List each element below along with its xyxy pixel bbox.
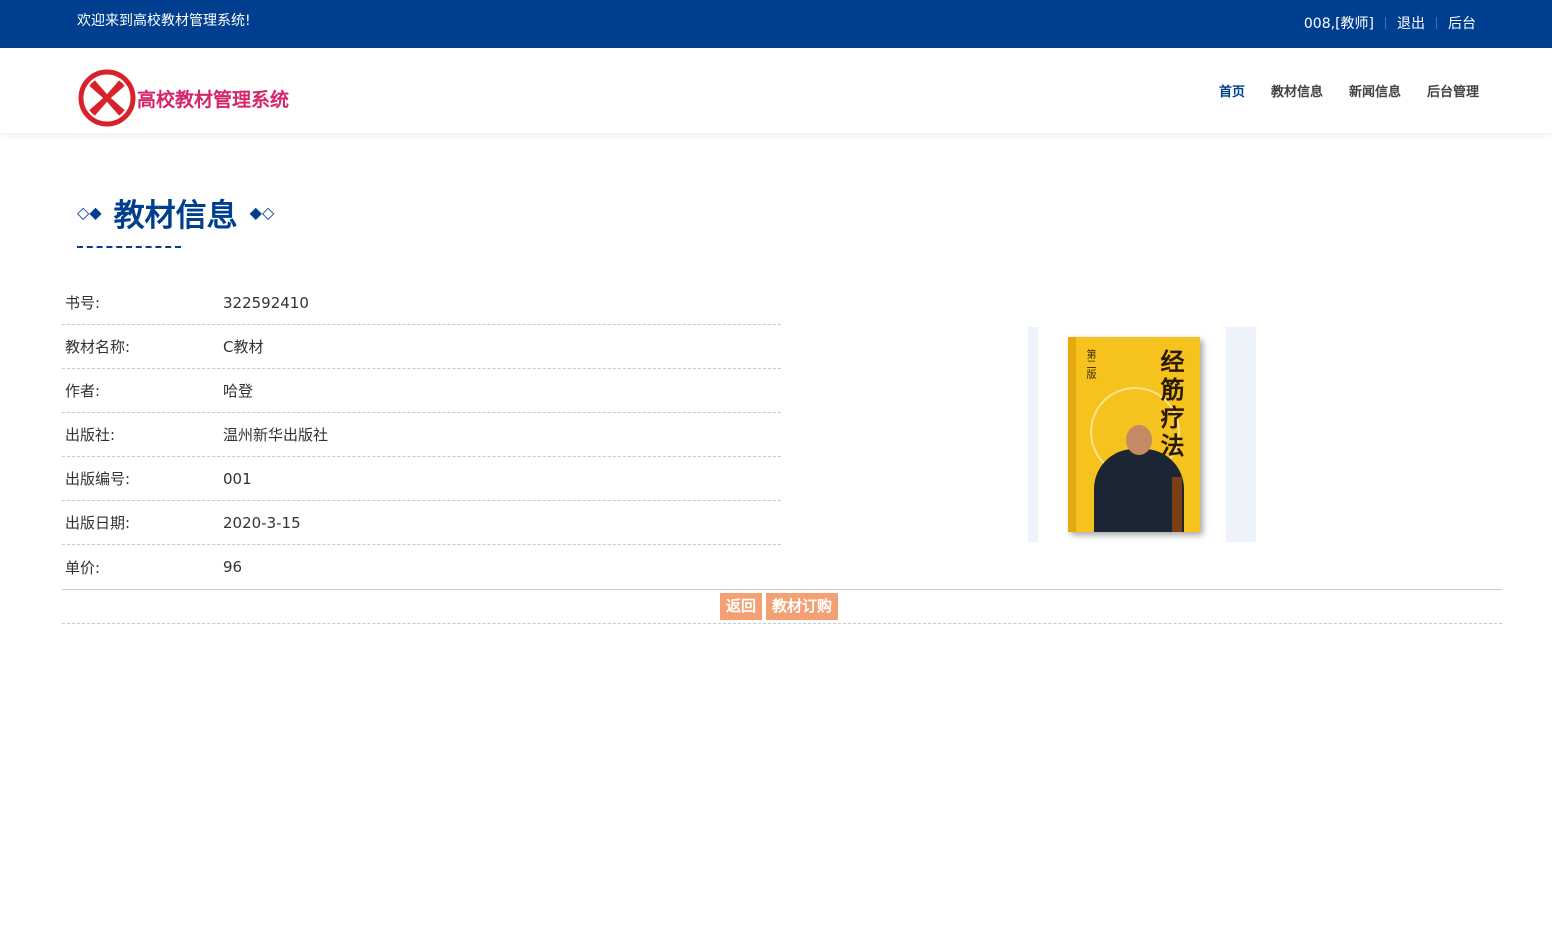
top-bar: 欢迎来到高校教材管理系统! 008,[教师] 退出 后台 xyxy=(0,0,1552,48)
separator xyxy=(1385,17,1386,29)
textbook-detail-table: 书号: 322592410 教材名称: C教材 作者: 哈登 出版社: 温州新华… xyxy=(62,281,781,589)
nav-admin[interactable]: 后台管理 xyxy=(1427,81,1479,100)
main-nav: 首页 教材信息 新闻信息 后台管理 xyxy=(1193,81,1479,100)
detail-value: 001 xyxy=(223,469,252,488)
detail-label: 单价: xyxy=(65,558,101,577)
cover-chair xyxy=(1172,477,1182,532)
detail-label: 教材名称: xyxy=(65,338,131,356)
action-buttons: 返回 教材订购 xyxy=(720,593,842,620)
detail-label: 出版社: xyxy=(65,426,116,444)
book-cover: 经筋疗法 第二版 xyxy=(1068,337,1200,532)
detail-row-pub-date: 出版日期: 2020-3-15 xyxy=(62,501,781,545)
detail-label: 出版日期: xyxy=(65,514,131,532)
logout-link[interactable]: 退出 xyxy=(1397,13,1425,33)
cover-person-head xyxy=(1126,425,1152,455)
site-logo[interactable]: 高校教材管理系统 xyxy=(77,68,289,128)
detail-value: 哈登 xyxy=(223,382,254,400)
back-button[interactable]: 返回 xyxy=(720,593,763,620)
nav-home[interactable]: 首页 xyxy=(1219,81,1245,100)
detail-label: 书号: xyxy=(65,294,101,312)
detail-label: 出版编号: xyxy=(65,470,131,488)
detail-value: 96 xyxy=(223,558,243,576)
detail-row-author: 作者: 哈登 xyxy=(62,369,781,413)
diamond-filled-icon: ◆ xyxy=(89,203,102,222)
nav-textbooks[interactable]: 教材信息 xyxy=(1271,81,1323,100)
backend-link[interactable]: 后台 xyxy=(1448,13,1476,33)
nav-news[interactable]: 新闻信息 xyxy=(1349,81,1401,100)
detail-value: 温州新华出版社 xyxy=(223,426,329,444)
order-textbook-button[interactable]: 教材订购 xyxy=(766,593,839,620)
divider xyxy=(62,589,1502,590)
detail-row-publisher: 出版社: 温州新华出版社 xyxy=(62,413,781,457)
detail-value: 322592410 xyxy=(223,293,309,312)
section-title: ◇ ◆ 教材信息 ◆ ◇ xyxy=(77,190,274,235)
detail-row-name: 教材名称: C教材 xyxy=(62,325,781,369)
diamond-outline-icon: ◇ xyxy=(77,203,90,222)
logo-text: 高校教材管理系统 xyxy=(137,88,290,111)
detail-value: C教材 xyxy=(223,338,264,356)
book-spine xyxy=(1068,337,1076,532)
welcome-text: 欢迎来到高校教材管理系统! xyxy=(77,13,251,29)
diamond-outline-icon: ◇ xyxy=(261,203,275,222)
cover-person-body xyxy=(1094,449,1184,532)
knot-logo-icon xyxy=(78,69,136,127)
site-header: 高校教材管理系统 首页 教材信息 新闻信息 后台管理 xyxy=(0,48,1552,133)
detail-value: 2020-3-15 xyxy=(223,513,301,532)
user-links: 008,[教师] 退出 后台 xyxy=(1304,13,1476,33)
divider xyxy=(62,623,1502,624)
book-image: 经筋疗法 第二版 xyxy=(1038,327,1226,542)
cover-title: 经筋疗法 xyxy=(1156,349,1185,461)
title-underline xyxy=(77,246,181,248)
detail-row-price: 单价: 96 xyxy=(62,545,781,589)
current-user[interactable]: 008,[教师] xyxy=(1304,13,1374,33)
diamond-filled-icon: ◆ xyxy=(249,203,262,222)
page-title: 教材信息 xyxy=(113,198,238,234)
book-image-frame: 经筋疗法 第二版 xyxy=(1028,327,1256,542)
separator xyxy=(1436,17,1437,29)
detail-row-isbn: 书号: 322592410 xyxy=(62,281,781,325)
detail-label: 作者: xyxy=(65,382,101,400)
detail-row-pub-number: 出版编号: 001 xyxy=(62,457,781,501)
cover-subtitle: 第二版 xyxy=(1084,349,1095,379)
